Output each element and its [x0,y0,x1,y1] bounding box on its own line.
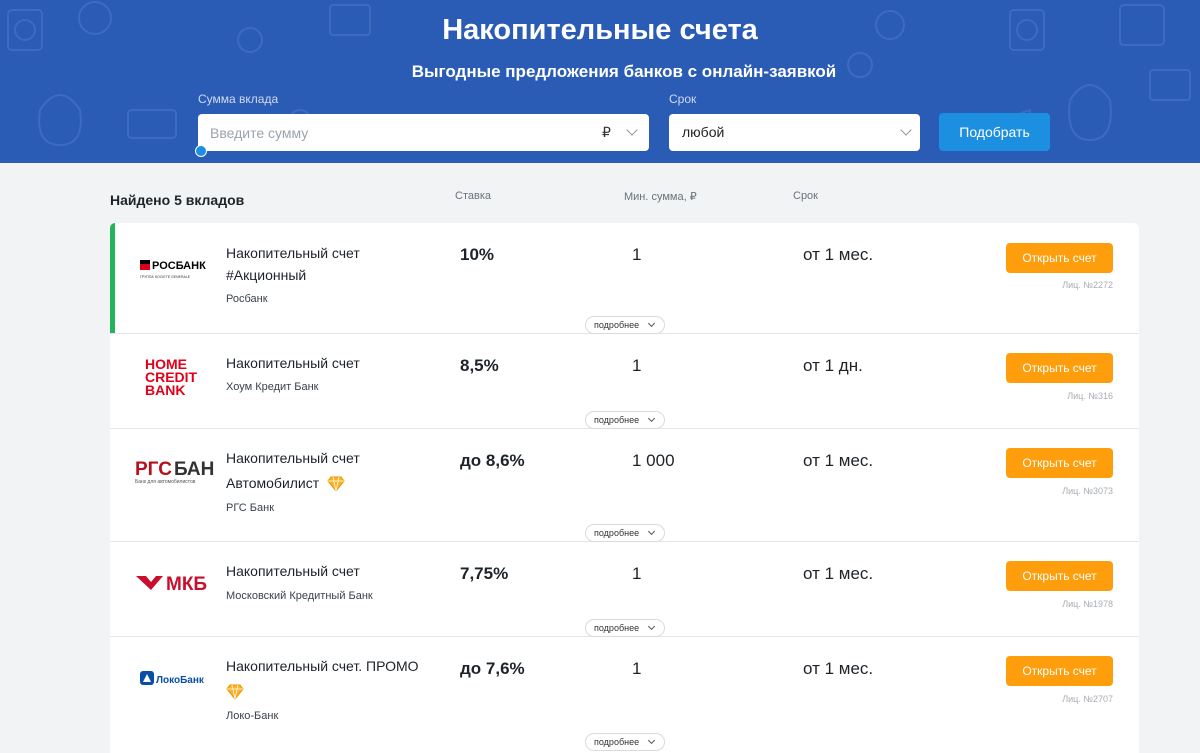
deposit-name[interactable]: Накопительный счет [226,352,360,374]
open-account-button[interactable]: Открыть счет [1006,448,1113,478]
deposit-rate: 7,75% [460,564,509,583]
deposit-rate: до 7,6% [460,659,525,678]
deposit-card: HOME CREDIT BANK Накопительный счет Хоум… [110,334,1139,429]
deposit-name[interactable]: Накопительный счет [226,560,360,582]
deposit-term: от 1 мес. [803,564,874,583]
deposit-min-sum: 1 000 [632,451,675,470]
details-label: подробнее [594,320,640,330]
details-toggle[interactable]: подробнее [585,619,665,637]
open-account-button[interactable]: Открыть счет [1006,561,1113,591]
open-account-button[interactable]: Открыть счет [1006,243,1113,273]
bank-name: Хоум Кредит Банк [226,381,319,393]
svg-text:ЛокоБанк: ЛокоБанк [156,675,205,686]
chevron-down-icon [647,414,656,423]
chevron-down-icon [647,527,656,536]
deposit-term: от 1 мес. [803,451,874,470]
column-header-rate[interactable]: Ставка [455,190,491,202]
page-title: Накопительные счета [442,14,758,46]
details-toggle[interactable]: подробнее [585,733,665,751]
bank-name: РГС Банк [226,502,275,514]
deposit-name[interactable]: Накопительный счет #Акционный [226,242,360,286]
deposit-name[interactable]: Накопительный счет. ПРОМО [226,655,419,702]
details-label: подробнее [594,528,640,538]
chevron-down-icon [647,736,656,745]
details-toggle[interactable]: подробнее [585,316,665,334]
deposit-rate: 8,5% [460,356,499,375]
amount-field[interactable]: ₽ [198,114,649,151]
chevron-down-icon[interactable] [626,124,638,136]
details-label: подробнее [594,623,640,633]
svg-text:Банк для автомобилистов: Банк для автомобилистов [135,479,196,485]
term-label: Срок [669,92,697,106]
open-account-button[interactable]: Открыть счет [1006,656,1113,686]
svg-text:РГС: РГС [135,459,172,480]
bank-logo-home-credit: HOME CREDIT BANK [135,356,215,398]
details-label: подробнее [594,415,640,425]
hero-banner: Накопительные счета Выгодные предложения… [0,0,1200,163]
license-number: Лиц. №2707 [1062,694,1113,704]
license-number: Лиц. №3073 [1062,486,1113,496]
results-count: Найдено 5 вкладов [110,192,245,208]
svg-text:BANK: BANK [145,382,185,398]
open-account-button[interactable]: Открыть счет [1006,353,1113,383]
deposit-name[interactable]: Накопительный счет Автомобилист [226,447,360,494]
chevron-down-icon [647,319,656,328]
amount-slider-handle[interactable] [195,145,207,157]
details-toggle[interactable]: подробнее [585,524,665,542]
bank-logo-rgs: РГС БАНК Банк для автомобилистов [135,457,226,497]
deposit-card: МКБ Накопительный счет Московский Кредит… [110,542,1139,637]
deposit-term: от 1 мес. [803,659,874,678]
bank-logo-mkb: МКБ [135,568,215,608]
deposit-card: ЛокоБанк Накопительный счет. ПРОМО Локо-… [110,637,1139,753]
bank-name: Росбанк [226,293,268,305]
term-select[interactable]: любой [669,114,920,151]
deposit-min-sum: 1 [632,564,642,583]
deposit-card: РГС БАНК Банк для автомобилистов Накопит… [110,429,1139,542]
bank-logo-loko: ЛокоБанк [135,667,215,707]
svg-text:МКБ: МКБ [166,574,207,595]
svg-text:РОСБАНК: РОСБАНК [152,260,206,272]
term-select-value: любой [682,124,725,140]
column-header-min-sum[interactable]: Мин. сумма, ₽ [624,190,697,203]
details-toggle[interactable]: подробнее [585,411,665,429]
bank-name: Московский Кредитный Банк [226,590,373,602]
svg-text:ГРУППА SOCIETE GENERALE: ГРУППА SOCIETE GENERALE [140,275,191,279]
search-button[interactable]: Подобрать [939,113,1050,151]
details-label: подробнее [594,737,640,747]
chevron-down-icon [647,622,656,631]
deposit-min-sum: 1 [632,659,642,678]
bank-logo-rosbank: РОСБАНК ГРУППА SOCIETE GENERALE [135,251,215,291]
deposit-min-sum: 1 [632,356,642,375]
license-number: Лиц. №316 [1067,391,1113,401]
page-subtitle: Выгодные предложения банков с онлайн-зая… [411,62,837,81]
diamond-icon [327,476,345,493]
deposit-card: РОСБАНК ГРУППА SOCIETE GENERALE Накопите… [110,223,1139,334]
diamond-icon [226,684,244,701]
amount-input[interactable] [198,114,578,151]
amount-label: Сумма вклада [198,92,279,106]
deposit-rate: до 8,6% [460,451,525,470]
svg-text:БАНК: БАНК [174,459,215,480]
deposit-term: от 1 дн. [803,356,863,375]
license-number: Лиц. №1978 [1062,599,1113,609]
chevron-down-icon [900,124,912,136]
bank-name: Локо-Банк [226,710,279,722]
deposit-term: от 1 мес. [803,245,874,264]
deposit-min-sum: 1 [632,245,642,264]
license-number: Лиц. №2272 [1062,280,1113,290]
column-header-term[interactable]: Срок [793,190,818,202]
currency-symbol: ₽ [602,124,611,140]
deposit-rate: 10% [460,245,495,264]
